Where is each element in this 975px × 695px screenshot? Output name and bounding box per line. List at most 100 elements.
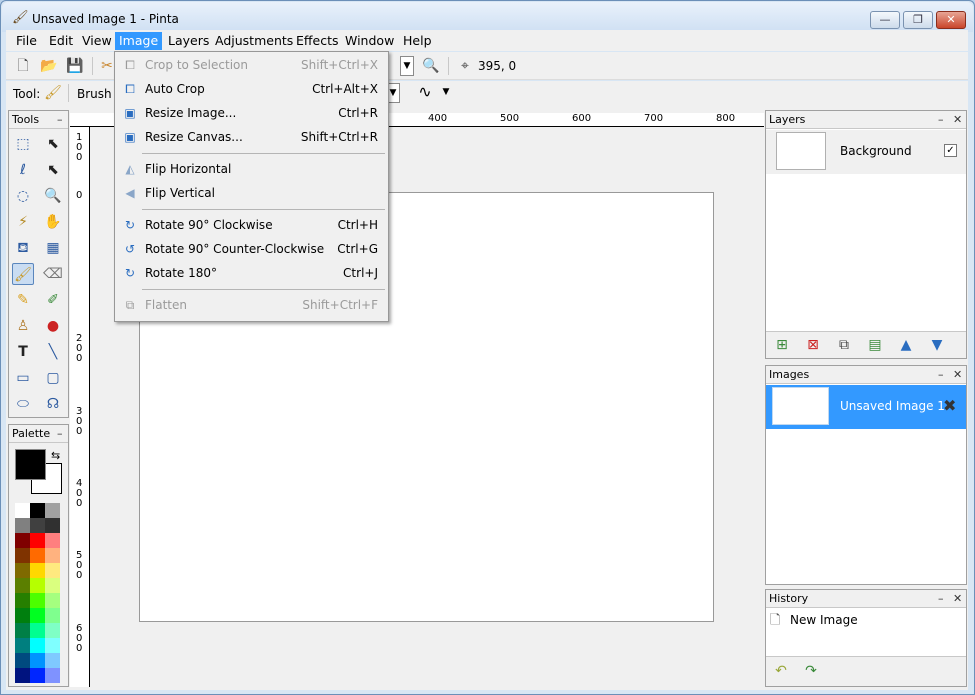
eraser-icon[interactable]: ⌫	[42, 263, 64, 285]
save-icon[interactable]: 💾	[66, 57, 84, 75]
palette-swatch[interactable]	[30, 593, 45, 608]
menu-item-resize-image[interactable]: ▣ Resize Image... Ctrl+R	[116, 102, 387, 124]
palette-swatch[interactable]	[15, 593, 30, 608]
paint-bucket-icon[interactable]: ⛾	[12, 237, 34, 259]
menu-image[interactable]: Image	[115, 32, 163, 50]
redo-icon[interactable]: ↷	[802, 662, 820, 680]
palette-swatch[interactable]	[45, 638, 60, 653]
menu-effects[interactable]: Effects	[292, 32, 343, 50]
menu-edit[interactable]: Edit	[45, 32, 77, 50]
palette-swatch[interactable]	[30, 623, 45, 638]
text-tool-icon[interactable]: T	[12, 341, 34, 363]
menu-item-flip-vertical[interactable]: ◀ Flip Vertical	[116, 182, 387, 204]
palette-swatch[interactable]	[45, 668, 60, 683]
palette-swatch[interactable]	[15, 668, 30, 683]
palette-swatch[interactable]	[45, 548, 60, 563]
line-curve-icon[interactable]: ╲	[42, 341, 64, 363]
palette-swatch[interactable]	[30, 608, 45, 623]
move-selected-icon[interactable]: ⬉	[42, 133, 64, 155]
recolor-icon[interactable]: ●	[42, 315, 64, 337]
menu-item-auto-crop[interactable]: ⧠ Auto Crop Ctrl+Alt+X	[116, 78, 387, 100]
lasso-select-icon[interactable]: ℓ	[12, 159, 34, 181]
palette-swatch[interactable]	[30, 668, 45, 683]
close-button[interactable]: ✕	[936, 11, 966, 29]
rounded-rectangle-icon[interactable]: ▢	[42, 367, 64, 389]
move-layer-down-icon[interactable]: ▼	[928, 336, 946, 354]
ellipse-icon[interactable]: ⬭	[12, 393, 34, 415]
merge-layer-icon[interactable]: ▤	[866, 336, 884, 354]
palette-swatch[interactable]	[15, 623, 30, 638]
menu-item-rotate-ccw[interactable]: ↺ Rotate 90° Counter-Clockwise Ctrl+G	[116, 238, 387, 260]
rectangle-select-icon[interactable]: ⬚	[12, 133, 34, 155]
ellipse-select-icon[interactable]: ◌	[12, 185, 34, 207]
palette-swatch[interactable]	[15, 608, 30, 623]
menu-view[interactable]: View	[78, 32, 116, 50]
palette-swatch[interactable]	[30, 638, 45, 653]
zoom-in-icon[interactable]: 🔍	[422, 57, 440, 75]
palette-swatch[interactable]	[30, 533, 45, 548]
panel-close-icon[interactable]: ✕	[953, 590, 962, 607]
antialiasing-icon[interactable]: ∿	[416, 83, 434, 101]
close-image-icon[interactable]: ✖	[943, 396, 956, 415]
move-selection-icon[interactable]: ⬉	[42, 159, 64, 181]
layer-visibility-checkbox[interactable]: ✓	[944, 144, 957, 157]
panel-minimize-icon[interactable]: –	[938, 590, 944, 607]
zoom-tool-icon[interactable]: 🔍	[42, 185, 64, 207]
panel-close-icon[interactable]: ✕	[953, 366, 962, 383]
palette-swatch[interactable]	[15, 653, 30, 668]
palette-swatch[interactable]	[45, 503, 60, 518]
palette-swatch[interactable]	[15, 518, 30, 533]
palette-swatch[interactable]	[15, 503, 30, 518]
menu-item-rotate-cw[interactable]: ↻ Rotate 90° Clockwise Ctrl+H	[116, 214, 387, 236]
palette-swatch[interactable]	[45, 608, 60, 623]
palette-swatch[interactable]	[15, 533, 30, 548]
palette-swatch[interactable]	[15, 578, 30, 593]
clone-stamp-icon[interactable]: ♙	[12, 315, 34, 337]
delete-layer-icon[interactable]: ⊠	[804, 336, 822, 354]
menu-file[interactable]: File	[12, 32, 41, 50]
menu-window[interactable]: Window	[341, 32, 398, 50]
palette-swatch[interactable]	[45, 623, 60, 638]
menu-item-flip-horizontal[interactable]: ◭ Flip Horizontal	[116, 158, 387, 180]
restore-button[interactable]: ❐	[903, 11, 933, 29]
panel-minimize-icon[interactable]: –	[938, 111, 944, 128]
swap-colors-icon[interactable]: ⇆	[51, 449, 60, 462]
primary-color-swatch[interactable]	[15, 449, 46, 480]
image-row[interactable]: Unsaved Image 1 ✖	[766, 385, 966, 429]
antialiasing-dropdown-arrow-icon[interactable]: ▼	[437, 83, 455, 101]
palette-swatch[interactable]	[15, 548, 30, 563]
menu-adjustments[interactable]: Adjustments	[211, 32, 297, 50]
panel-minimize-icon[interactable]: –	[938, 366, 944, 383]
freeform-shape-icon[interactable]: ☊	[42, 393, 64, 415]
pan-icon[interactable]: ✋	[42, 211, 64, 233]
menu-help[interactable]: Help	[399, 32, 436, 50]
add-layer-icon[interactable]: ⊞	[773, 336, 791, 354]
open-folder-icon[interactable]: 📂	[40, 57, 58, 75]
history-item[interactable]: 🗋 New Image	[766, 609, 966, 631]
palette-swatch[interactable]	[45, 518, 60, 533]
palette-swatch[interactable]	[45, 578, 60, 593]
palette-swatch[interactable]	[45, 563, 60, 578]
menu-layers[interactable]: Layers	[164, 32, 213, 50]
panel-minimize-icon[interactable]: –	[57, 425, 63, 442]
panel-minimize-icon[interactable]: –	[57, 111, 63, 128]
menu-item-rotate-180[interactable]: ↻ Rotate 180° Ctrl+J	[116, 262, 387, 284]
layer-row[interactable]: Background ✓	[766, 130, 966, 174]
palette-swatch[interactable]	[45, 653, 60, 668]
minimize-button[interactable]: —	[870, 11, 900, 29]
palette-swatch[interactable]	[30, 563, 45, 578]
title-bar[interactable]: 🖌 Unsaved Image 1 - Pinta — ❐ ✕	[2, 2, 973, 32]
palette-swatch[interactable]	[30, 518, 45, 533]
zoom-dropdown-arrow-icon[interactable]: ▼	[400, 56, 414, 76]
magic-wand-icon[interactable]: ⚡	[12, 211, 34, 233]
menu-item-resize-canvas[interactable]: ▣ Resize Canvas... Shift+Ctrl+R	[116, 126, 387, 148]
new-file-icon[interactable]: 🗋	[14, 57, 32, 75]
panel-close-icon[interactable]: ✕	[953, 111, 962, 128]
rectangle-icon[interactable]: ▭	[12, 367, 34, 389]
menu-item-flatten[interactable]: ⧉ Flatten Shift+Ctrl+F	[116, 294, 387, 316]
move-layer-up-icon[interactable]: ▲	[897, 336, 915, 354]
palette-swatch[interactable]	[30, 653, 45, 668]
color-picker-icon[interactable]: ✐	[42, 289, 64, 311]
palette-swatch[interactable]	[15, 638, 30, 653]
duplicate-layer-icon[interactable]: ⧉	[835, 336, 853, 354]
